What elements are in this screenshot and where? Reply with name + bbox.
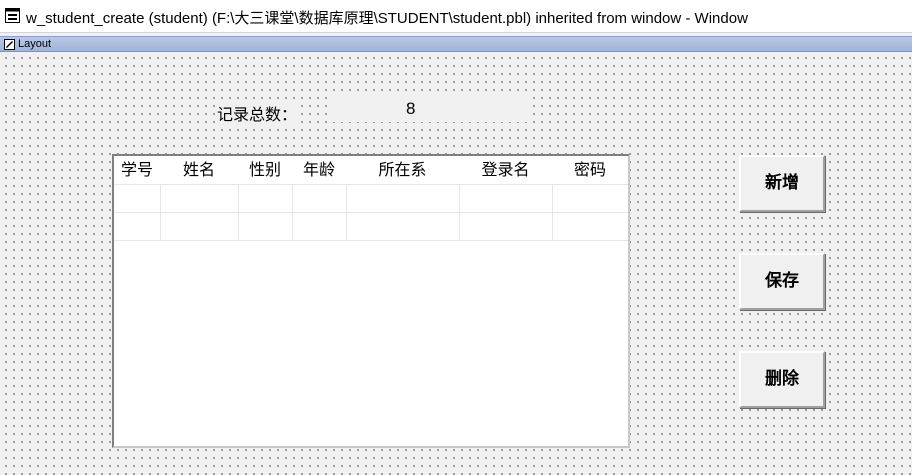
layout-icon	[4, 39, 15, 50]
layout-tab-label: Layout	[18, 38, 52, 50]
column-header-password[interactable]: 密码	[552, 156, 628, 184]
column-header-gender[interactable]: 性别	[238, 156, 292, 184]
record-count-value: 8	[406, 99, 416, 118]
column-header-student-id[interactable]: 学号	[114, 156, 160, 184]
column-header-login-name[interactable]: 登录名	[459, 156, 552, 184]
title-bar: w_student_create (student) (F:\大三课堂\数据库原…	[0, 0, 912, 33]
design-canvas[interactable]: 记录总数： 8 学号 姓名 性别 年龄 所在系 登录名 密码 新增 保存 删除	[0, 52, 912, 475]
grid-column-divider	[459, 184, 460, 240]
add-button[interactable]: 新增	[739, 155, 825, 212]
designer-window: w_student_create (student) (F:\大三课堂\数据库原…	[0, 0, 912, 475]
grid-column-divider	[346, 184, 347, 240]
grid-column-divider	[160, 184, 161, 240]
column-header-department[interactable]: 所在系	[346, 156, 459, 184]
window-app-icon	[5, 8, 20, 23]
student-datawindow[interactable]: 学号 姓名 性别 年龄 所在系 登录名 密码	[112, 154, 630, 448]
grid-row-divider	[114, 212, 628, 213]
grid-column-divider	[238, 184, 239, 240]
record-count-field[interactable]: 8	[333, 96, 531, 122]
delete-button[interactable]: 删除	[739, 351, 825, 408]
grid-row-divider	[114, 240, 628, 241]
record-count-label: 记录总数：	[215, 101, 300, 125]
grid-row-divider	[114, 184, 628, 185]
column-header-age[interactable]: 年龄	[292, 156, 346, 184]
layout-tab-bar[interactable]: Layout	[0, 36, 912, 52]
window-title: w_student_create (student) (F:\大三课堂\数据库原…	[26, 10, 748, 27]
save-button[interactable]: 保存	[739, 253, 825, 310]
grid-header: 学号 姓名 性别 年龄 所在系 登录名 密码	[114, 156, 628, 184]
grid-column-divider	[552, 184, 553, 240]
column-header-name[interactable]: 姓名	[160, 156, 238, 184]
grid-column-divider	[292, 184, 293, 240]
